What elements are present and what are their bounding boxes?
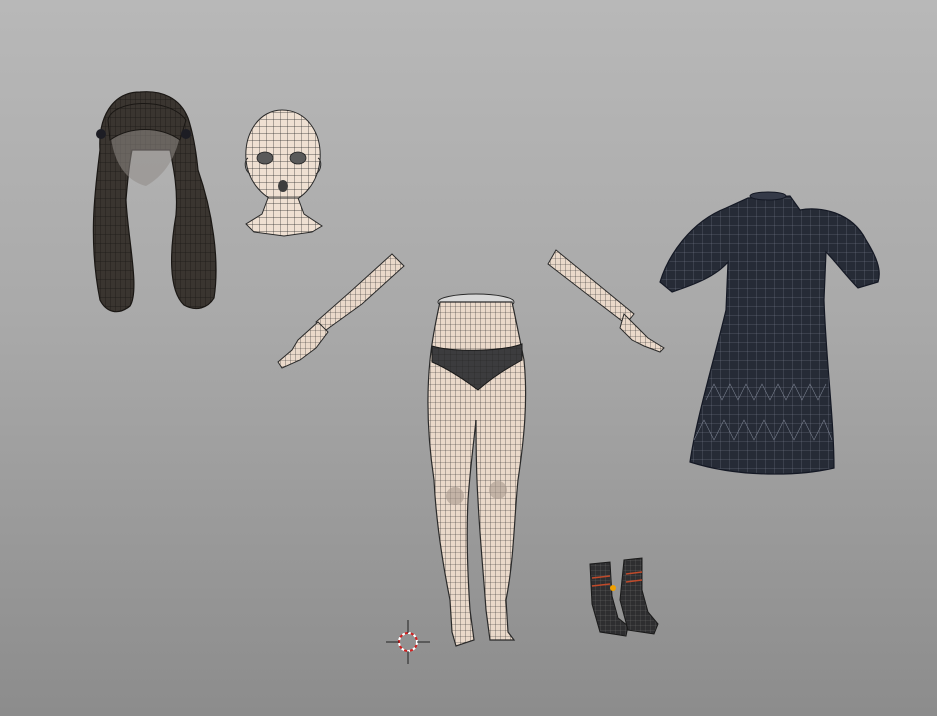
hair-mesh[interactable] [92, 91, 217, 313]
3d-viewport[interactable] [0, 0, 937, 716]
hair-ribbon-right [181, 129, 191, 139]
shoes-mesh[interactable] [589, 557, 659, 637]
hair-ribbon-left [96, 129, 106, 139]
head-mesh[interactable] [244, 109, 323, 237]
arm-right-mesh[interactable] [277, 253, 405, 369]
origin-dot [610, 585, 616, 591]
dress-mesh[interactable] [659, 191, 880, 475]
arm-left-mesh[interactable] [547, 249, 665, 353]
3d-cursor-icon[interactable] [386, 620, 430, 664]
scene [92, 91, 880, 664]
